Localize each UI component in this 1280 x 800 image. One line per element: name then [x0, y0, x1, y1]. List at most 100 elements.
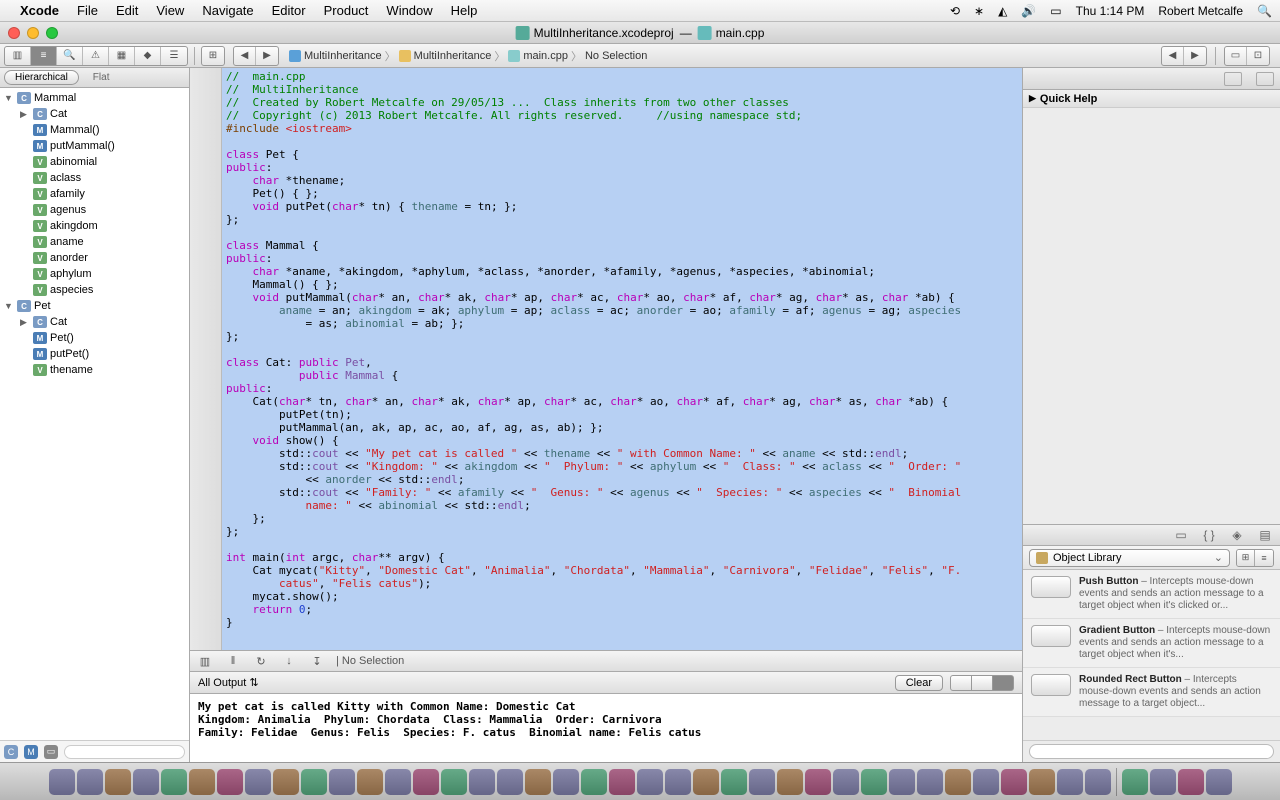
symbol-tree[interactable]: ▼CMammal▶CCatMMammal()MputMammal()Vabino…: [0, 88, 189, 740]
console-view-left[interactable]: [950, 675, 972, 691]
tree-row[interactable]: Vaphylum: [0, 266, 189, 282]
counterpart-forward-button[interactable]: ▶: [1184, 47, 1206, 65]
pause-button[interactable]: ‖: [224, 655, 242, 667]
menu-navigate[interactable]: Navigate: [202, 3, 253, 18]
window-titlebar[interactable]: MultiInheritance.xcodeproj — main.cpp: [0, 22, 1280, 44]
dock-app-icon[interactable]: [917, 769, 943, 795]
navigator-filter-field[interactable]: [64, 745, 185, 759]
tree-row[interactable]: ▼CMammal: [0, 90, 189, 106]
console-output[interactable]: My pet cat is called Kitty with Common N…: [190, 694, 1022, 762]
nav-tab-issue[interactable]: ⚠: [83, 47, 109, 65]
dock-app-icon[interactable]: [413, 769, 439, 795]
clock[interactable]: Thu 1:14 PM: [1076, 4, 1145, 18]
dock-app-icon[interactable]: [273, 769, 299, 795]
nav-tab-debug[interactable]: ▦: [109, 47, 135, 65]
dock-app-icon[interactable]: [553, 769, 579, 795]
jump-bar[interactable]: MultiInheritance 〉 MultiInheritance 〉 ma…: [283, 48, 1157, 64]
dock-app-icon[interactable]: [637, 769, 663, 795]
tree-row[interactable]: ▶CCat: [0, 106, 189, 122]
inspector-file-icon[interactable]: [1224, 72, 1242, 86]
dock-app-icon[interactable]: [49, 769, 75, 795]
lib-tab-media-icon[interactable]: ▤: [1256, 528, 1274, 542]
lib-tab-code-icon[interactable]: { }: [1200, 528, 1218, 542]
dock-app-icon[interactable]: [441, 769, 467, 795]
inspector-tab-help[interactable]: ⊡: [1247, 47, 1269, 65]
inspector-quickhelp-icon[interactable]: [1256, 72, 1274, 86]
dock-app-icon[interactable]: [805, 769, 831, 795]
breadcrumb-project[interactable]: MultiInheritance: [304, 50, 382, 62]
dock-app-icon[interactable]: [1085, 769, 1111, 795]
filter-class-icon[interactable]: C: [4, 745, 18, 759]
tree-row[interactable]: Vaclass: [0, 170, 189, 186]
toggle-debug-button[interactable]: ▥: [196, 655, 214, 668]
dock-app-icon[interactable]: [525, 769, 551, 795]
dock-app-icon[interactable]: [301, 769, 327, 795]
inspector-tab-file[interactable]: ▭: [1225, 47, 1247, 65]
nav-tab-breakpoint[interactable]: ◆: [135, 47, 161, 65]
source-editor[interactable]: // main.cpp // MultiInheritance // Creat…: [190, 68, 1022, 650]
flat-mode-button[interactable]: Flat: [83, 71, 120, 84]
menu-editor[interactable]: Editor: [272, 3, 306, 18]
dock[interactable]: [0, 762, 1280, 800]
dock-app-icon[interactable]: [889, 769, 915, 795]
step-over-button[interactable]: ↓: [280, 655, 298, 667]
library-grid-icon[interactable]: ⊞: [1237, 550, 1255, 566]
tree-row[interactable]: Vagenus: [0, 202, 189, 218]
dock-app-icon[interactable]: [245, 769, 271, 795]
app-menu[interactable]: Xcode: [20, 3, 59, 18]
zoom-window-button[interactable]: [46, 27, 58, 39]
dock-app-icon[interactable]: [161, 769, 187, 795]
dock-app-icon[interactable]: [189, 769, 215, 795]
menu-edit[interactable]: Edit: [116, 3, 138, 18]
tree-row[interactable]: MputMammal(): [0, 138, 189, 154]
nav-forward-button[interactable]: ▶: [256, 47, 278, 65]
object-library-dropdown[interactable]: Object Library ⌄: [1029, 549, 1230, 567]
dock-app-icon[interactable]: [217, 769, 243, 795]
library-filter-field[interactable]: [1029, 744, 1274, 759]
dock-folder-icon[interactable]: [1178, 769, 1204, 795]
output-filter-dropdown[interactable]: All Output ⇅: [198, 676, 259, 689]
dock-app-icon[interactable]: [665, 769, 691, 795]
tree-row[interactable]: Vanorder: [0, 250, 189, 266]
clear-console-button[interactable]: Clear: [895, 675, 943, 691]
dock-app-icon[interactable]: [777, 769, 803, 795]
tree-row[interactable]: MPet(): [0, 330, 189, 346]
nav-tab-symbol[interactable]: ≡: [31, 47, 57, 65]
dock-app-icon[interactable]: [581, 769, 607, 795]
lib-tab-file-icon[interactable]: ▭: [1172, 528, 1190, 542]
tree-row[interactable]: Vthename: [0, 362, 189, 378]
tree-row[interactable]: Vaspecies: [0, 282, 189, 298]
console-view-both[interactable]: [971, 675, 993, 691]
tree-row[interactable]: ▼CPet: [0, 298, 189, 314]
dock-app-icon[interactable]: [357, 769, 383, 795]
library-item[interactable]: Rounded Rect Button – Intercepts mouse-d…: [1023, 668, 1280, 717]
object-library-list[interactable]: Push Button – Intercepts mouse-down even…: [1023, 570, 1280, 740]
quick-help-header[interactable]: ▶Quick Help: [1023, 90, 1280, 108]
library-list-icon[interactable]: ≡: [1255, 550, 1273, 566]
library-item[interactable]: Push Button – Intercepts mouse-down even…: [1023, 570, 1280, 619]
dock-app-icon[interactable]: [721, 769, 747, 795]
dock-folder-icon[interactable]: [1150, 769, 1176, 795]
spotlight-icon[interactable]: 🔍: [1257, 4, 1272, 18]
library-item[interactable]: Gradient Button – Intercepts mouse-down …: [1023, 619, 1280, 668]
dock-app-icon[interactable]: [1029, 769, 1055, 795]
menu-help[interactable]: Help: [451, 3, 478, 18]
wifi-icon[interactable]: ◭: [998, 4, 1007, 18]
tree-row[interactable]: Vaname: [0, 234, 189, 250]
volume-icon[interactable]: 🔊: [1021, 4, 1036, 18]
dock-app-icon[interactable]: [469, 769, 495, 795]
menu-product[interactable]: Product: [324, 3, 369, 18]
dock-app-icon[interactable]: [1001, 769, 1027, 795]
dock-app-icon[interactable]: [1057, 769, 1083, 795]
tree-row[interactable]: Vakingdom: [0, 218, 189, 234]
close-window-button[interactable]: [8, 27, 20, 39]
hierarchical-mode-button[interactable]: Hierarchical: [4, 70, 79, 85]
tree-row[interactable]: MMammal(): [0, 122, 189, 138]
dock-app-icon[interactable]: [77, 769, 103, 795]
dock-app-icon[interactable]: [833, 769, 859, 795]
battery-icon[interactable]: ▭: [1050, 4, 1061, 18]
dock-app-icon[interactable]: [133, 769, 159, 795]
tree-row[interactable]: Vabinomial: [0, 154, 189, 170]
timemachine-icon[interactable]: ⟲: [950, 4, 960, 18]
user-menu[interactable]: Robert Metcalfe: [1158, 4, 1243, 18]
